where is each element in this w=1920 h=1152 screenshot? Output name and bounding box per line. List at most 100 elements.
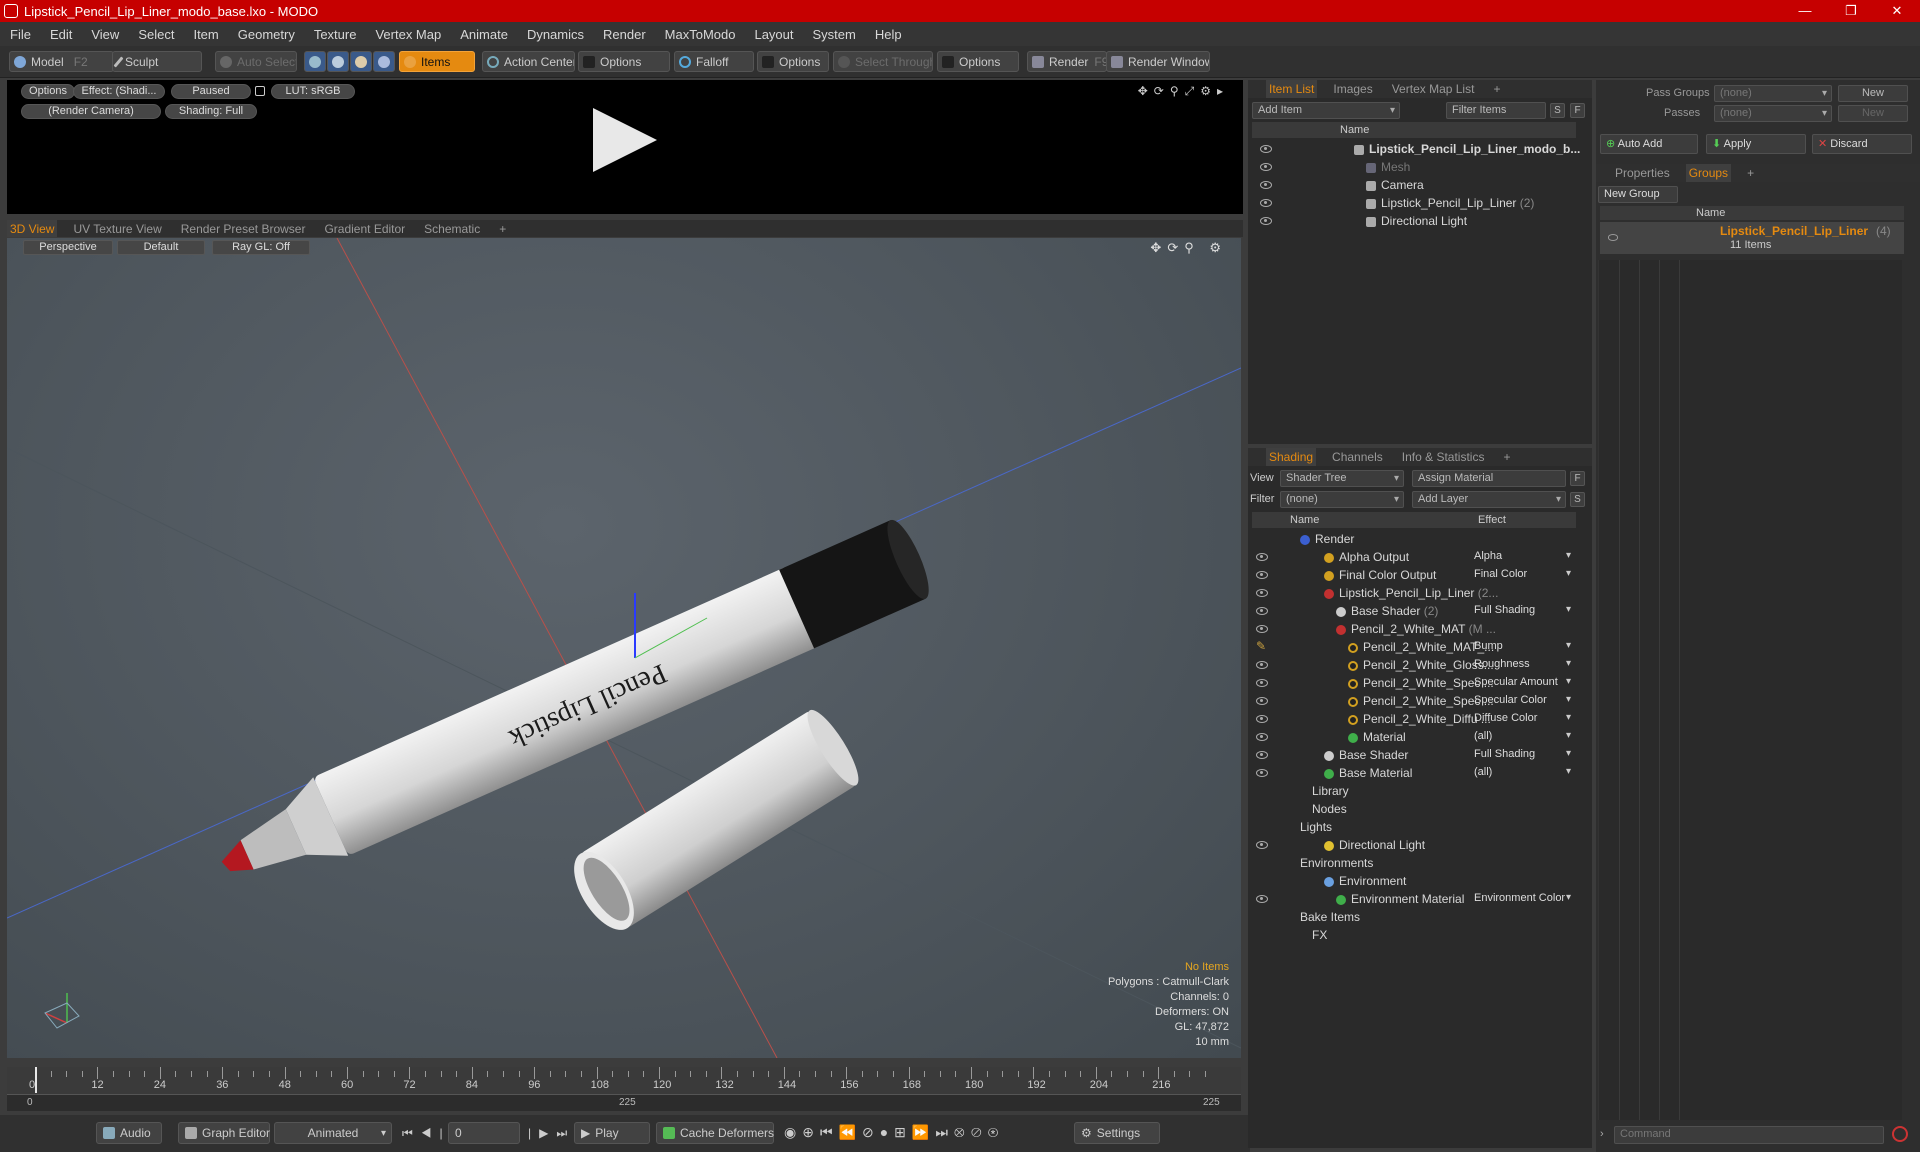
- preview-paused-button[interactable]: Paused: [171, 84, 251, 99]
- menu-item-help[interactable]: Help: [875, 27, 902, 42]
- action-center-button[interactable]: Action Center: [482, 51, 575, 72]
- menu-item-geometry[interactable]: Geometry: [238, 27, 295, 42]
- falloff-options-button[interactable]: Options: [757, 51, 829, 72]
- shading-f-button[interactable]: F: [1570, 471, 1585, 486]
- visibility-eye-icon[interactable]: [1256, 661, 1268, 669]
- shader-effect-value[interactable]: Full Shading: [1474, 748, 1572, 760]
- shader-tree-row[interactable]: Pencil_2_White_Spec ... Specular Amount ▾: [1248, 674, 1592, 692]
- shader-effect-value[interactable]: Specular Color: [1474, 694, 1572, 706]
- item-list-s-button[interactable]: S: [1550, 103, 1565, 118]
- frame-step-back-controls[interactable]: ⏮◀|: [402, 1126, 451, 1141]
- item-list-row[interactable]: Mesh: [1252, 158, 1576, 176]
- effect-chevron-down-icon[interactable]: ▾: [1566, 730, 1571, 741]
- shader-filter-dropdown[interactable]: (none): [1280, 491, 1404, 508]
- shader-tree-row[interactable]: Final Color Output Final Color ▾: [1248, 566, 1592, 584]
- timeline-playhead[interactable]: [35, 1067, 37, 1093]
- preview-view-controls[interactable]: ✥⟳⚲⤢⚙▸: [1138, 84, 1229, 99]
- item-list-tree[interactable]: Lipstick_Pencil_Lip_Liner_modo_b... Mesh C…: [1252, 140, 1580, 430]
- model-mode-button[interactable]: Model F2: [9, 51, 114, 72]
- tab-schematic[interactable]: Schematic: [421, 220, 483, 237]
- preview-shading-dropdown[interactable]: Shading: Full: [165, 104, 257, 119]
- effect-chevron-down-icon[interactable]: ▾: [1566, 748, 1571, 759]
- tab-groups[interactable]: Groups: [1685, 164, 1732, 182]
- play-icon[interactable]: [593, 108, 657, 172]
- tab-add-tab-button[interactable]: +: [1490, 80, 1503, 98]
- visibility-eye-icon[interactable]: [1256, 751, 1268, 759]
- cache-deformers-button[interactable]: Cache Deformers: [656, 1122, 774, 1144]
- assign-material-button[interactable]: Assign Material: [1412, 470, 1566, 487]
- effect-chevron-down-icon[interactable]: ▾: [1566, 694, 1571, 705]
- auto-add-button[interactable]: ⊕ Auto Add: [1600, 134, 1698, 154]
- shader-tree-row[interactable]: Lipstick_Pencil_Lip_Liner (2...: [1248, 584, 1592, 602]
- shader-effect-value[interactable]: (all): [1474, 766, 1572, 778]
- effect-chevron-down-icon[interactable]: ▾: [1566, 550, 1571, 561]
- shading-s-button[interactable]: S: [1570, 492, 1585, 507]
- shader-tree-row[interactable]: FX: [1248, 926, 1592, 944]
- menu-item-texture[interactable]: Texture: [314, 27, 357, 42]
- effect-chevron-down-icon[interactable]: ▾: [1566, 676, 1571, 687]
- effect-chevron-down-icon[interactable]: ▾: [1566, 766, 1571, 777]
- tab-gradient-editor[interactable]: Gradient Editor: [321, 220, 408, 237]
- vertices-select-button[interactable]: [304, 51, 326, 72]
- 3d-viewport[interactable]: Perspective Default Ray GL: Off ✥⟳⚲ ⚙ Pe…: [7, 238, 1241, 1058]
- pass-groups-dropdown[interactable]: (none): [1714, 85, 1832, 102]
- preview-options-button[interactable]: Options: [21, 84, 75, 99]
- effect-chevron-down-icon[interactable]: ▾: [1566, 640, 1571, 651]
- passes-dropdown[interactable]: (none): [1714, 105, 1832, 122]
- add-layer-dropdown[interactable]: Add Layer: [1412, 491, 1566, 508]
- shader-tree-row[interactable]: Pencil_2_White_Spec ... Specular Color ▾: [1248, 692, 1592, 710]
- effect-chevron-down-icon[interactable]: ▾: [1566, 892, 1571, 903]
- pencil-model[interactable]: Pencil Lipstick: [205, 515, 936, 903]
- visibility-eye-icon[interactable]: [1256, 769, 1268, 777]
- shader-tree-row[interactable]: Environment: [1248, 872, 1592, 890]
- graph-editor-button[interactable]: Graph Editor: [178, 1122, 270, 1144]
- shader-effect-value[interactable]: Roughness: [1474, 658, 1572, 670]
- new-pass-group-button[interactable]: New: [1838, 85, 1908, 102]
- preview-effect-dropdown[interactable]: Effect: (Shadi...: [73, 84, 165, 99]
- lut-dropdown[interactable]: LUT: sRGB: [271, 84, 355, 99]
- shader-tree[interactable]: Render Alpha Output Alpha ▾ Final Color Outp…: [1248, 530, 1592, 1130]
- menu-item-system[interactable]: System: [813, 27, 856, 42]
- settings-button[interactable]: ⚙ Settings: [1074, 1122, 1160, 1144]
- visibility-eye-icon[interactable]: [1256, 607, 1268, 615]
- tab-shading[interactable]: Shading: [1266, 448, 1317, 466]
- visibility-eye-icon[interactable]: [1260, 163, 1272, 171]
- preview-camera-dropdown[interactable]: (Render Camera): [21, 104, 161, 119]
- visibility-eye-icon[interactable]: [1260, 181, 1272, 189]
- shader-tree-row[interactable]: Pencil_2_White_Diffu ... Diffuse Color ▾: [1248, 710, 1592, 728]
- tab-render-preset-browser[interactable]: Render Preset Browser: [178, 220, 309, 237]
- menu-item-dynamics[interactable]: Dynamics: [527, 27, 584, 42]
- materials-select-button[interactable]: [373, 51, 395, 72]
- shader-effect-value[interactable]: (all): [1474, 730, 1572, 742]
- menu-item-edit[interactable]: Edit: [50, 27, 72, 42]
- effect-chevron-down-icon[interactable]: ▾: [1566, 568, 1571, 579]
- menu-item-animate[interactable]: Animate: [460, 27, 508, 42]
- visibility-eye-icon[interactable]: [1260, 217, 1272, 225]
- render-window-button[interactable]: Render Window: [1106, 51, 1210, 72]
- tab-channels[interactable]: Channels: [1329, 448, 1386, 466]
- frame-field[interactable]: 0: [448, 1122, 520, 1144]
- menu-item-file[interactable]: File: [10, 27, 31, 42]
- effect-chevron-down-icon[interactable]: ▾: [1566, 712, 1571, 723]
- menu-item-layout[interactable]: Layout: [754, 27, 793, 42]
- item-list-row[interactable]: Directional Light: [1252, 212, 1576, 230]
- record-macro-icon[interactable]: [1892, 1126, 1908, 1142]
- new-pass-button[interactable]: New: [1838, 105, 1908, 122]
- effect-chevron-down-icon[interactable]: ▾: [1566, 658, 1571, 669]
- visibility-eye-icon[interactable]: [1260, 199, 1272, 207]
- visibility-eye-icon[interactable]: [1256, 733, 1268, 741]
- command-input[interactable]: Command: [1614, 1126, 1884, 1144]
- shader-tree-row[interactable]: Alpha Output Alpha ▾: [1248, 548, 1592, 566]
- maximize-button[interactable]: ❐: [1828, 0, 1874, 22]
- tab-add-tab-button[interactable]: +: [1744, 164, 1757, 182]
- shader-view-dropdown[interactable]: Shader Tree: [1280, 470, 1404, 487]
- groups-list-area[interactable]: [1598, 260, 1902, 1120]
- polygons-select-button[interactable]: [350, 51, 372, 72]
- filter-items-input[interactable]: Filter Items: [1446, 102, 1546, 119]
- auto-select-button[interactable]: Auto Select: [215, 51, 297, 72]
- visibility-eye-icon[interactable]: [1256, 571, 1268, 579]
- add-item-dropdown[interactable]: Add Item: [1252, 102, 1400, 119]
- menu-item-view[interactable]: View: [91, 27, 119, 42]
- falloff-button[interactable]: Falloff: [674, 51, 754, 72]
- lock-icon[interactable]: [255, 86, 265, 96]
